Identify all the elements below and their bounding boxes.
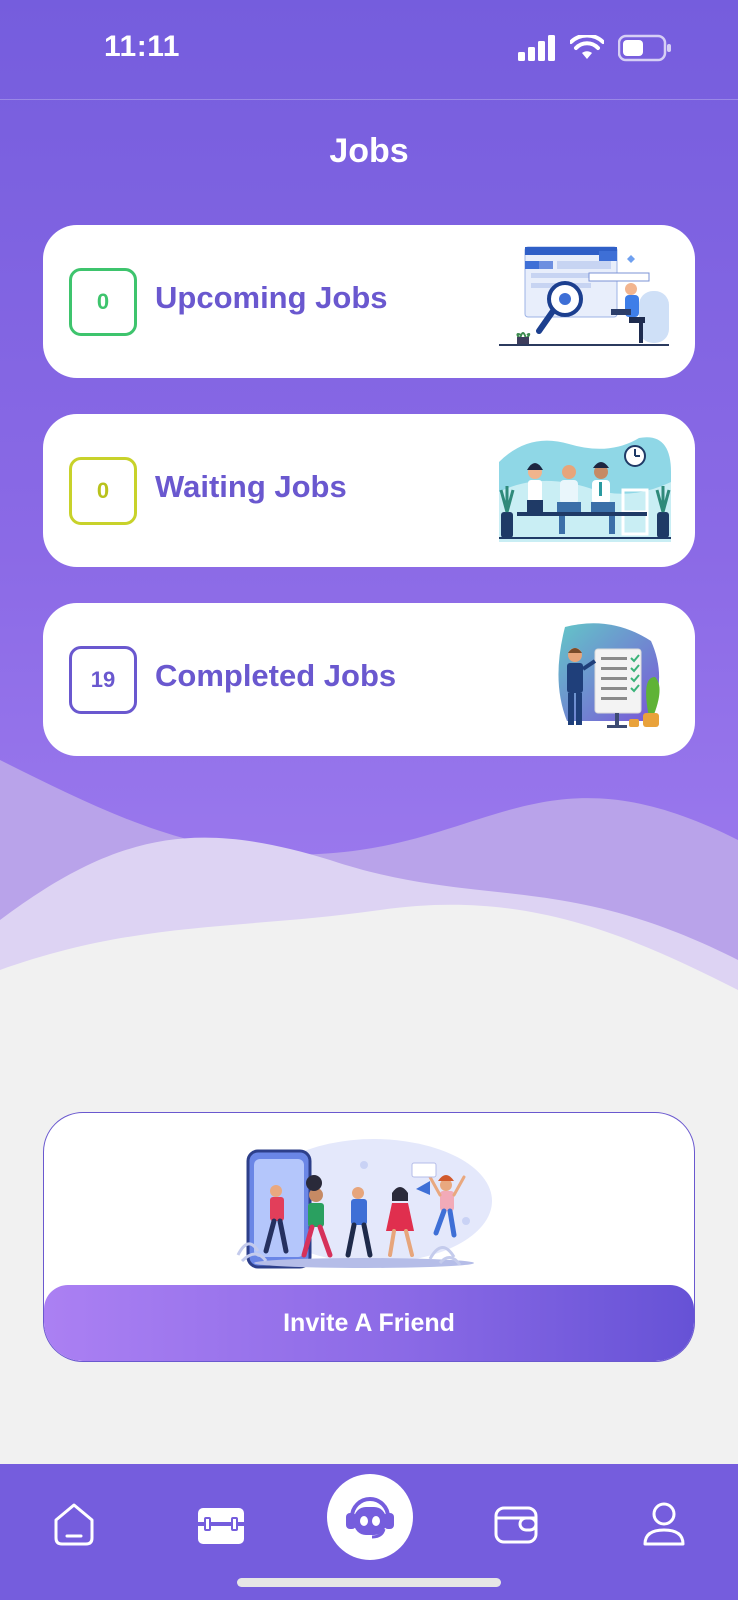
invite-friend-button[interactable]: Invite A Friend [44,1285,694,1361]
home-indicator [237,1578,501,1587]
status-time: 11:11 [104,30,180,63]
waiting-jobs-card[interactable]: 0 Waiting Jobs [43,414,695,567]
completed-jobs-card[interactable]: 19 Completed Jobs [43,603,695,756]
job-search-illustration [499,246,669,346]
nav-jobs[interactable] [191,1494,251,1554]
nav-support[interactable] [327,1474,413,1560]
completed-jobs-count: 19 [69,646,137,714]
invite-card: Invite A Friend [43,1112,695,1362]
status-bar: 11:11 [0,0,738,100]
friends-leaving-phone-illustration [236,1139,492,1269]
checklist-presentation-illustration [558,623,660,728]
nav-home[interactable] [44,1494,104,1554]
wallet-icon [494,1506,538,1544]
signal-icon [518,35,555,61]
support-bot-icon [346,1497,394,1539]
profile-icon [643,1502,685,1546]
decorative-waves [0,760,738,1020]
home-icon [54,1503,94,1546]
waiting-jobs-count: 0 [69,457,137,525]
wifi-icon [570,35,604,59]
nav-profile[interactable] [634,1494,694,1554]
upcoming-jobs-card[interactable]: 0 Upcoming Jobs [43,225,695,378]
waiting-jobs-label: Waiting Jobs [155,469,347,504]
page-title: Jobs [329,132,409,170]
waiting-room-illustration [499,437,671,542]
completed-jobs-label: Completed Jobs [155,658,397,693]
battery-icon [618,34,671,62]
upcoming-jobs-count: 0 [69,268,137,336]
status-icons [518,34,672,62]
nav-wallet[interactable] [486,1494,546,1554]
upcoming-jobs-label: Upcoming Jobs [155,280,388,315]
briefcase-icon [198,1508,244,1544]
